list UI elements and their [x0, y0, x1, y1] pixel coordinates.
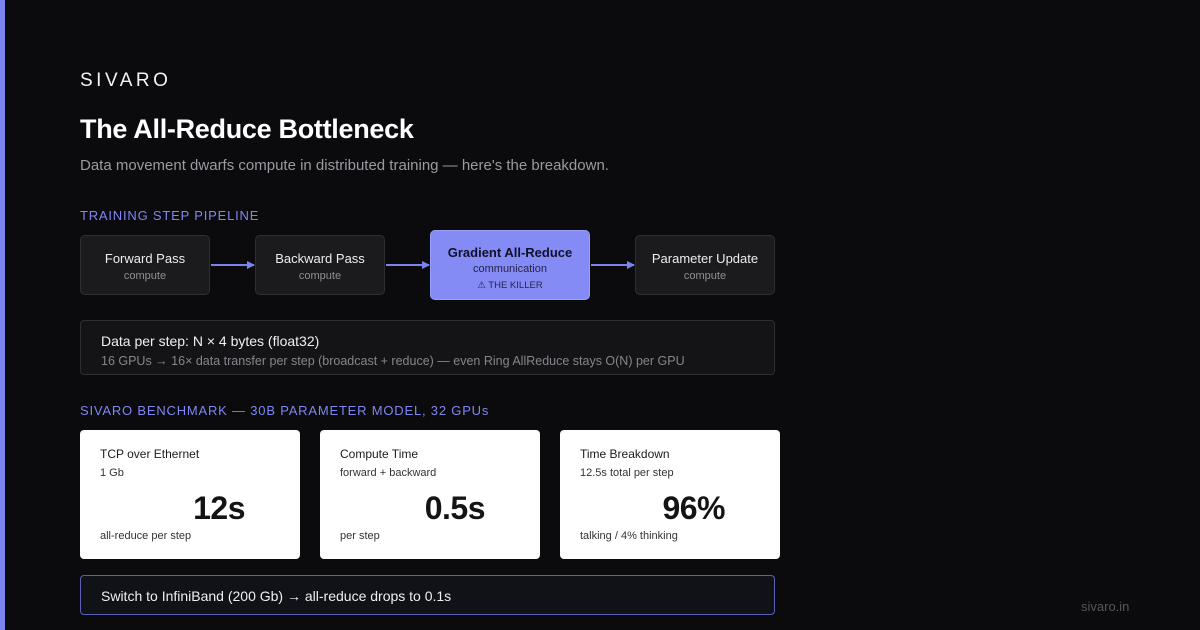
card-footnote: all-reduce per step	[100, 530, 192, 542]
card-value: 96%	[662, 490, 725, 526]
card-subtitle: 1 Gb	[100, 467, 124, 479]
stat-card-compute: Compute Time forward + backward 0.5s per…	[320, 430, 540, 559]
stat-card-breakdown: Time Breakdown 12.5s total per step 96% …	[560, 430, 780, 559]
card-value: 12s	[193, 490, 245, 526]
footer-url: sivaro.in	[1081, 599, 1130, 614]
data-per-step-box: Data per step: N × 4 bytes (float32) 16 …	[80, 320, 775, 375]
card-title: Time Breakdown	[580, 447, 670, 461]
card-title: Compute Time	[340, 447, 419, 461]
card-subtitle: forward + backward	[340, 467, 437, 479]
card-footnote: talking / 4% thinking	[580, 530, 678, 542]
benchmark-section-label: SIVARO BENCHMARK — 30B PARAMETER MODEL, …	[80, 403, 490, 418]
stat-card-tcp: TCP over Ethernet 1 Gb 12s all-reduce pe…	[80, 430, 300, 559]
infiniband-callout: Switch to InfiniBand (200 Gb) → all-redu…	[80, 575, 775, 615]
card-subtitle: 12.5s total per step	[580, 467, 674, 479]
card-title: TCP over Ethernet	[100, 447, 200, 461]
data-per-step-note: 16 GPUs → 16× data transfer per step (br…	[101, 354, 685, 368]
data-per-step-formula: Data per step: N × 4 bytes (float32)	[101, 333, 320, 349]
card-value: 0.5s	[424, 490, 486, 526]
card-footnote: per step	[340, 530, 380, 542]
